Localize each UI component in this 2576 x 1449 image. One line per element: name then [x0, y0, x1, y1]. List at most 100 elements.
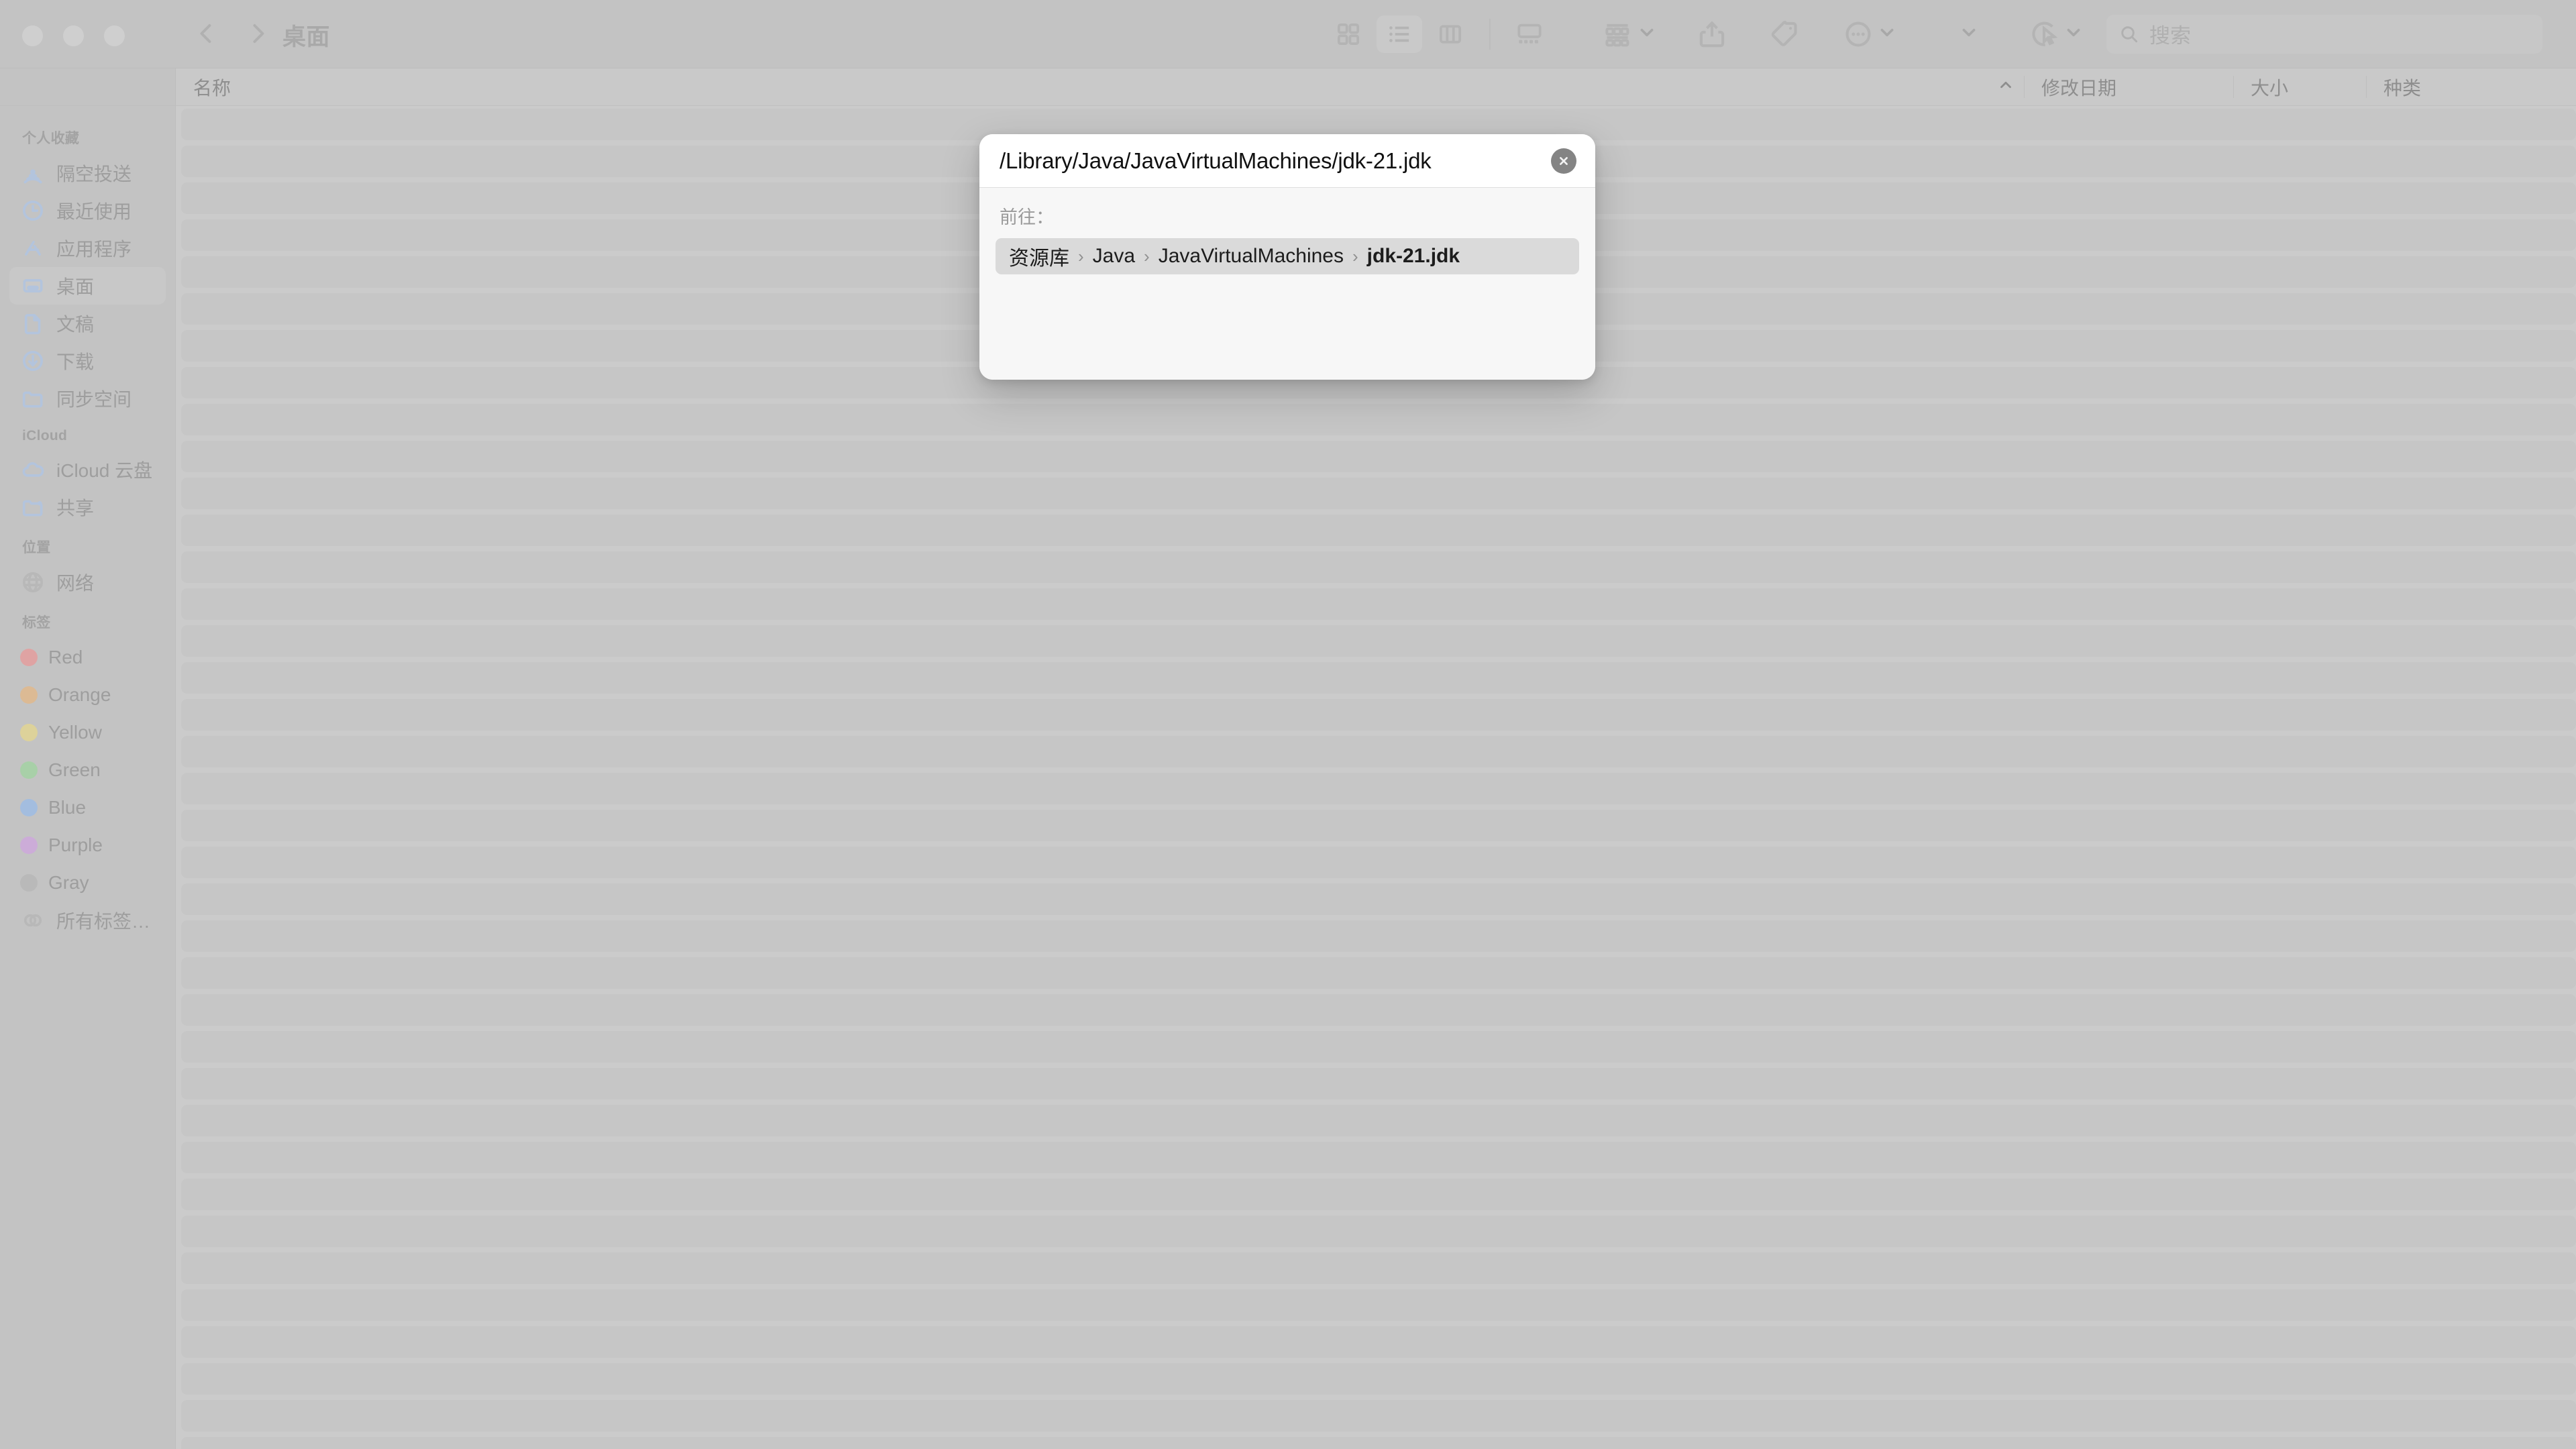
breadcrumb-segment[interactable]: 资源库: [1009, 241, 1069, 271]
secondary-menu-chevron-down-icon[interactable]: [1960, 23, 1978, 44]
sidebar-item-label: 应用程序: [56, 239, 132, 260]
table-row[interactable]: [181, 994, 2576, 1026]
table-row[interactable]: [181, 1179, 2576, 1210]
go-to-folder-dialog: /Library/Java/JavaVirtualMachines/jdk-21…: [979, 134, 1595, 380]
path-suggestion-item[interactable]: 资源库 › Java › JavaVirtualMachines › jdk-21.jdk: [996, 238, 1579, 274]
table-row[interactable]: [181, 699, 2576, 731]
sidebar-item-共享[interactable]: 共享: [9, 488, 166, 526]
search-placeholder: 搜索: [2149, 24, 2191, 48]
sidebar-item-最近使用[interactable]: 最近使用: [9, 192, 166, 229]
quick-actions-chevron-down-icon[interactable]: [2065, 23, 2082, 44]
sidebar-item-iCloud 云盘[interactable]: iCloud 云盘: [9, 451, 166, 488]
path-input[interactable]: /Library/Java/JavaVirtualMachines/jdk-21…: [1000, 148, 1432, 174]
sidebar-item-label: Purple: [48, 835, 103, 855]
table-row[interactable]: [181, 1326, 2576, 1358]
table-row[interactable]: [181, 883, 2576, 915]
table-row[interactable]: [181, 662, 2576, 694]
window-traffic-lights: [22, 25, 125, 46]
quick-actions-cursor-icon[interactable]: [2029, 18, 2061, 50]
sidebar-item-下载[interactable]: 下载: [9, 342, 166, 380]
sidebar-item-文稿[interactable]: 文稿: [9, 305, 166, 342]
finder-window: 桌面 搜索 名称 修改日期 大小 种类 个人收藏 隔空投送 最近使用 应用程序 …: [0, 0, 2576, 1449]
column-header-date-modified[interactable]: 修改日期: [2024, 68, 2233, 105]
table-row[interactable]: [181, 810, 2576, 841]
forward-button[interactable]: [246, 21, 270, 46]
sidebar-item-网络[interactable]: 网络: [9, 564, 166, 601]
group-by-button[interactable]: [1602, 19, 1633, 50]
table-row[interactable]: [181, 515, 2576, 546]
back-button[interactable]: [195, 21, 219, 46]
table-row[interactable]: [181, 588, 2576, 620]
search-field[interactable]: 搜索: [2106, 14, 2542, 54]
sidebar-item-桌面[interactable]: 桌面: [9, 267, 166, 305]
group-by-chevron-down-icon[interactable]: [1638, 23, 1656, 44]
table-row[interactable]: [181, 1437, 2576, 1449]
sidebar-item-label: Green: [48, 759, 101, 780]
table-row[interactable]: [181, 441, 2576, 472]
share-button[interactable]: [1696, 18, 1728, 50]
clear-input-button[interactable]: [1551, 148, 1576, 174]
table-row[interactable]: [181, 1031, 2576, 1063]
table-row[interactable]: [181, 1252, 2576, 1284]
breadcrumb-separator-icon: ›: [1078, 246, 1084, 266]
breadcrumb-segment[interactable]: JavaVirtualMachines: [1159, 245, 1344, 268]
sidebar-item-Orange[interactable]: Orange: [9, 676, 166, 714]
minimize-window-button[interactable]: [63, 25, 84, 46]
sidebar-item-label: iCloud 云盘: [56, 460, 153, 481]
table-row[interactable]: [181, 957, 2576, 989]
sidebar-item-label: Blue: [48, 797, 87, 818]
sidebar-item-Yellow[interactable]: Yellow: [9, 714, 166, 751]
table-row[interactable]: [181, 1142, 2576, 1173]
table-row[interactable]: [181, 404, 2576, 435]
view-as-list-button[interactable]: [1377, 15, 1422, 53]
sidebar-item-所有标签…[interactable]: 所有标签…: [9, 902, 166, 939]
sidebar-item-label: 文稿: [56, 314, 95, 335]
table-row[interactable]: [181, 1216, 2576, 1247]
tag-dot-icon: [20, 649, 38, 666]
column-header-sidebar-spacer: [0, 68, 176, 105]
view-as-icons-button[interactable]: [1326, 15, 1371, 53]
sidebar-item-Gray[interactable]: Gray: [9, 864, 166, 902]
sidebar-item-隔空投送[interactable]: 隔空投送: [9, 154, 166, 192]
sidebar-item-label: 共享: [56, 498, 95, 519]
window-title: 桌面: [282, 24, 331, 50]
breadcrumb-segment[interactable]: Java: [1093, 245, 1135, 268]
recents-clock-icon: [20, 198, 46, 223]
table-row[interactable]: [181, 1068, 2576, 1099]
column-header-kind[interactable]: 种类: [2366, 68, 2576, 105]
more-actions-button[interactable]: [1842, 18, 1874, 50]
view-as-gallery-button[interactable]: [1507, 15, 1552, 53]
sidebar-item-同步空间[interactable]: 同步空间: [9, 380, 166, 417]
more-actions-chevron-down-icon[interactable]: [1878, 23, 1896, 44]
table-row[interactable]: [181, 551, 2576, 583]
close-window-button[interactable]: [22, 25, 43, 46]
sidebar-item-Red[interactable]: Red: [9, 639, 166, 676]
table-row[interactable]: [181, 1363, 2576, 1395]
table-row[interactable]: [181, 773, 2576, 804]
breadcrumb-segment[interactable]: jdk-21.jdk: [1367, 245, 1460, 268]
table-row[interactable]: [181, 847, 2576, 878]
sidebar-item-Green[interactable]: Green: [9, 751, 166, 789]
table-row[interactable]: [181, 736, 2576, 767]
breadcrumb-separator-icon: ›: [1352, 246, 1358, 266]
table-row[interactable]: [181, 478, 2576, 509]
toolbar-right-controls: 搜索: [1326, 0, 2576, 68]
column-header-name[interactable]: 名称: [176, 68, 2024, 105]
sidebar-item-Blue[interactable]: Blue: [9, 789, 166, 826]
table-row[interactable]: [181, 1289, 2576, 1321]
table-row[interactable]: [181, 625, 2576, 657]
sidebar-item-应用程序[interactable]: 应用程序: [9, 229, 166, 267]
view-as-columns-button[interactable]: [1428, 15, 1473, 53]
table-row[interactable]: [181, 1400, 2576, 1432]
zoom-window-button[interactable]: [104, 25, 125, 46]
table-row[interactable]: [181, 1105, 2576, 1136]
table-row[interactable]: [181, 920, 2576, 952]
column-header-size[interactable]: 大小: [2233, 68, 2366, 105]
breadcrumb-separator-icon: ›: [1144, 246, 1150, 266]
sidebar: 个人收藏 隔空投送 最近使用 应用程序 桌面 文稿 下载 同步空间 iCloud iCloud 云…: [0, 106, 176, 1449]
tag-button[interactable]: [1768, 18, 1801, 50]
sidebar-item-label: 所有标签…: [56, 911, 151, 932]
desktop-icon: [20, 273, 46, 299]
shared-folder-icon: [20, 494, 46, 520]
sidebar-item-Purple[interactable]: Purple: [9, 826, 166, 864]
